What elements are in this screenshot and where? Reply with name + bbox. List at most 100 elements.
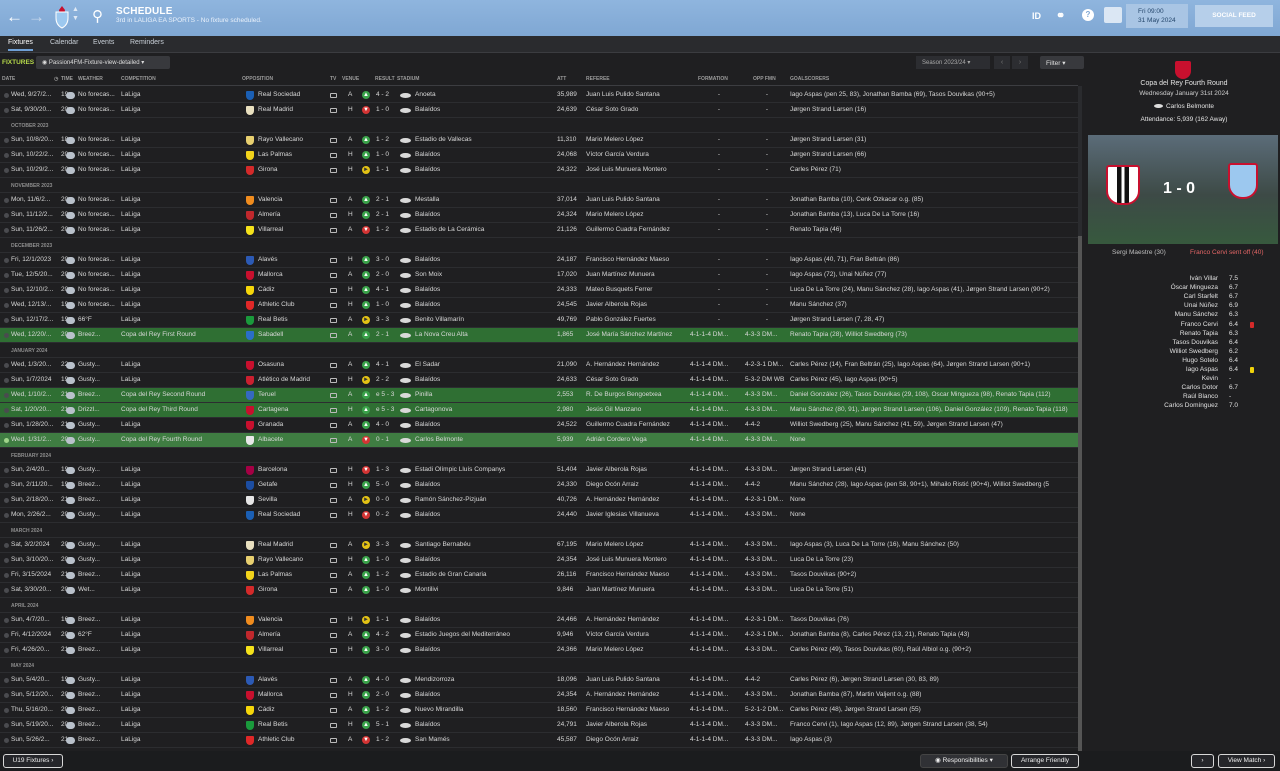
fixture-row[interactable]: Sun, 5/26/2...21:...Breez...LaLigaAthlet…: [0, 733, 1078, 748]
fixture-opposition[interactable]: Girona: [258, 166, 326, 173]
club-switch-chevron-icon[interactable]: ▲ ▼: [72, 5, 79, 23]
fixture-opposition[interactable]: Valencia: [258, 196, 326, 203]
fixture-row[interactable]: Sun, 2/4/20...19:...Gusty...LaLigaBarcel…: [0, 463, 1078, 478]
fixture-row[interactable]: Mon, 11/6/2...20:...No forecas...LaLigaV…: [0, 193, 1078, 208]
id-label[interactable]: ID: [1032, 11, 1041, 21]
col-opp-formation[interactable]: OPP FMN: [753, 76, 776, 82]
u19-fixtures-button[interactable]: U19 Fixtures ›: [3, 754, 63, 768]
fixture-row[interactable]: Sun, 11/26/2...20:...No forecas...LaLiga…: [0, 223, 1078, 238]
fixture-opposition[interactable]: Albacete: [258, 436, 326, 443]
fixture-stadium[interactable]: Pinilla: [415, 391, 555, 398]
col-result[interactable]: RESULT: [375, 76, 395, 82]
fixture-opposition[interactable]: Las Palmas: [258, 571, 326, 578]
player-name[interactable]: Óscar Mingueza: [1118, 284, 1218, 291]
fixture-stadium[interactable]: Carlos Belmonte: [415, 436, 555, 443]
fixture-row[interactable]: Wed, 1/10/2...21:...Breez...Copa del Rey…: [0, 388, 1078, 403]
player-name[interactable]: Kevin: [1118, 375, 1218, 382]
fixture-row[interactable]: Sun, 12/17/2...19:...66°FLaLigaReal Beti…: [0, 313, 1078, 328]
player-name[interactable]: Hugo Sotelo: [1118, 357, 1218, 364]
fixture-stadium[interactable]: Balaídos: [415, 646, 555, 653]
player-name[interactable]: Tasos Douvikas: [1118, 339, 1218, 346]
responsibilities-button[interactable]: ◉ Responsibilities ▾: [920, 754, 1008, 768]
fixture-row[interactable]: Mon, 2/26/2...20:...Gusty...LaLigaReal S…: [0, 508, 1078, 523]
globe-icon[interactable]: ⚭: [1056, 9, 1065, 22]
season-select[interactable]: Season 2023/24 ▾: [916, 56, 990, 69]
col-attendance[interactable]: ATT: [557, 76, 566, 82]
help-icon[interactable]: ?: [1082, 9, 1094, 21]
fixture-opposition[interactable]: Rayo Vallecano: [258, 136, 326, 143]
fixture-opposition[interactable]: Real Madrid: [258, 106, 326, 113]
fixture-opposition[interactable]: Girona: [258, 586, 326, 593]
fixture-opposition[interactable]: Cádiz: [258, 286, 326, 293]
previous-page-button[interactable]: ‹: [994, 56, 1010, 69]
fixture-opposition[interactable]: Real Betis: [258, 721, 326, 728]
fixture-opposition[interactable]: Real Sociedad: [258, 91, 326, 98]
player-name[interactable]: Renato Tapia: [1118, 330, 1218, 337]
fixture-stadium[interactable]: Balaídos: [415, 256, 555, 263]
fixture-row[interactable]: Wed, 9/27/2...19:...No forecas...LaLigaR…: [0, 88, 1078, 103]
fixture-row[interactable]: Sun, 12/10/2...20:...No forecas...LaLiga…: [0, 283, 1078, 298]
fixture-row[interactable]: Wed, 1/3/20...22:...Gusty...LaLigaOsasun…: [0, 358, 1078, 373]
player-name[interactable]: Williot Swedberg: [1118, 348, 1218, 355]
col-stadium[interactable]: STADIUM: [397, 76, 419, 82]
player-name[interactable]: Raúl Blanco: [1118, 393, 1218, 400]
next-page-button[interactable]: ›: [1012, 56, 1028, 69]
fixture-opposition[interactable]: Real Sociedad: [258, 511, 326, 518]
fixture-stadium[interactable]: Balaídos: [415, 481, 555, 488]
fixture-stadium[interactable]: Nuevo Mirandilla: [415, 706, 555, 713]
fixture-row[interactable]: Wed, 12/13/...19:...No forecas...LaLigaA…: [0, 298, 1078, 313]
fixture-stadium[interactable]: Balaídos: [415, 616, 555, 623]
fixture-opposition[interactable]: Rayo Vallecano: [258, 556, 326, 563]
view-dropdown[interactable]: ◉ Passion4FM-Fixture-view-detailed ▾: [36, 56, 170, 69]
fixture-stadium[interactable]: Balaídos: [415, 106, 555, 113]
forward-arrow-icon[interactable]: →: [28, 7, 45, 27]
fixture-row[interactable]: Sat, 3/30/20...20:...Wet...LaLigaGironaA…: [0, 583, 1078, 598]
fixture-stadium[interactable]: El Sadar: [415, 361, 555, 368]
fixture-row[interactable]: Thu, 5/16/20...20:...Breez...LaLigaCádiz…: [0, 703, 1078, 718]
fixture-stadium[interactable]: Ramón Sánchez-Pizjuán: [415, 496, 555, 503]
fixture-row[interactable]: Sat, 3/2/202420:...Gusty...LaLigaReal Ma…: [0, 538, 1078, 553]
col-date[interactable]: DATE: [2, 76, 15, 82]
fixture-row[interactable]: Fri, 4/26/20...21:...Breez...LaLigaVilla…: [0, 643, 1078, 658]
fixture-row[interactable]: Sun, 2/11/20...19:...Breez...LaLigaGetaf…: [0, 478, 1078, 493]
col-formation[interactable]: FORMATION: [698, 76, 728, 82]
fixture-opposition[interactable]: Athletic Club: [258, 736, 326, 743]
fixture-opposition[interactable]: Alavés: [258, 676, 326, 683]
fixture-stadium[interactable]: Estadio de La Cerámica: [415, 226, 555, 233]
col-goalscorers[interactable]: GOALSCORERS: [790, 76, 829, 82]
fixture-row[interactable]: Sun, 10/8/20...18:...No forecas...LaLiga…: [0, 133, 1078, 148]
fixture-opposition[interactable]: Cartagena: [258, 406, 326, 413]
fixtures-scrollbar[interactable]: [1078, 86, 1082, 756]
fixture-stadium[interactable]: Balaídos: [415, 211, 555, 218]
fixture-row[interactable]: Fri, 12/1/202320:...No forecas...LaLigaA…: [0, 253, 1078, 268]
fixture-stadium[interactable]: Santiago Bernabéu: [415, 541, 555, 548]
fixture-opposition[interactable]: Villarreal: [258, 226, 326, 233]
fixture-opposition[interactable]: Getafe: [258, 481, 326, 488]
tab-calendar[interactable]: Calendar: [50, 39, 78, 46]
fixture-stadium[interactable]: Balaídos: [415, 691, 555, 698]
fixture-opposition[interactable]: Mallorca: [258, 271, 326, 278]
player-name[interactable]: Carl Starfelt: [1118, 293, 1218, 300]
fixture-opposition[interactable]: Barcelona: [258, 466, 326, 473]
fixture-opposition[interactable]: Osasuna: [258, 361, 326, 368]
view-match-button[interactable]: View Match ›: [1218, 754, 1275, 768]
fixture-stadium[interactable]: Son Moix: [415, 271, 555, 278]
player-name[interactable]: Franco Cervi: [1118, 321, 1218, 328]
fixture-row[interactable]: Sun, 1/7/202419:...Gusty...LaLigaAtlétic…: [0, 373, 1078, 388]
fixture-opposition[interactable]: Real Madrid: [258, 541, 326, 548]
player-name[interactable]: Manu Sánchez: [1118, 311, 1218, 318]
fixture-stadium[interactable]: Balaídos: [415, 301, 555, 308]
fixture-row[interactable]: Sun, 11/12/2...20:...No forecas...LaLiga…: [0, 208, 1078, 223]
fixture-row[interactable]: Fri, 3/15/202421:...Breez...LaLigaLas Pa…: [0, 568, 1078, 583]
fixture-row[interactable]: Fri, 4/12/202420:...62°FLaLigaAlmeríaA4 …: [0, 628, 1078, 643]
fixture-stadium[interactable]: Balaídos: [415, 421, 555, 428]
scrollbar-thumb[interactable]: [1078, 236, 1082, 756]
fixture-opposition[interactable]: Granada: [258, 421, 326, 428]
fixture-opposition[interactable]: Real Betis: [258, 316, 326, 323]
fixture-row[interactable]: Sun, 4/7/20...16:...Breez...LaLigaValenc…: [0, 613, 1078, 628]
fixture-row[interactable]: Sun, 10/29/2...20:...No forecas...LaLiga…: [0, 163, 1078, 178]
fixture-opposition[interactable]: Almería: [258, 211, 326, 218]
tab-events[interactable]: Events: [93, 39, 114, 46]
fixture-opposition[interactable]: Cádiz: [258, 706, 326, 713]
fixture-row[interactable]: Wed, 1/31/2...20:...Gusty...Copa del Rey…: [0, 433, 1078, 448]
